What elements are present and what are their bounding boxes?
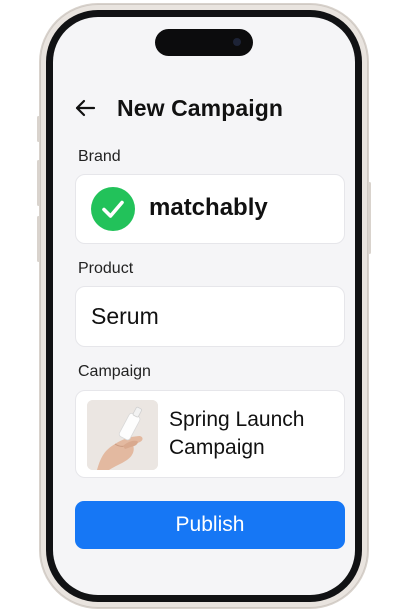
- app-screen: New Campaign Brand matchably Product Ser…: [53, 17, 355, 595]
- arrow-left-icon: [75, 99, 96, 117]
- campaign-card[interactable]: Spring Launch Campaign: [75, 390, 345, 478]
- phone-bezel: New Campaign Brand matchably Product Ser…: [46, 10, 362, 602]
- product-value: Serum: [91, 303, 159, 329]
- side-button-left-1: [37, 116, 40, 142]
- campaign-name: Spring Launch Campaign: [169, 406, 304, 462]
- back-button[interactable]: [71, 94, 99, 122]
- header: New Campaign: [71, 91, 331, 125]
- product-label: Product: [78, 260, 134, 277]
- side-button-left-3: [37, 216, 40, 262]
- side-button-right: [368, 182, 371, 254]
- campaign-name-line-1: Spring Launch: [169, 408, 305, 431]
- check-circle-icon: [91, 187, 135, 231]
- brand-name: matchably: [149, 194, 268, 221]
- campaign-label: Campaign: [78, 363, 151, 380]
- side-button-left-2: [37, 160, 40, 206]
- publish-button[interactable]: Publish: [75, 501, 345, 549]
- dynamic-island: [155, 29, 253, 56]
- camera-icon: [233, 38, 241, 46]
- product-photo: [87, 400, 158, 470]
- phone-frame: New Campaign Brand matchably Product Ser…: [37, 4, 371, 608]
- page-title: New Campaign: [117, 94, 284, 121]
- product-field[interactable]: Serum: [75, 286, 345, 347]
- brand-card[interactable]: matchably: [75, 174, 345, 244]
- campaign-name-line-2: Campaign: [169, 436, 265, 459]
- brand-label: Brand: [78, 148, 121, 165]
